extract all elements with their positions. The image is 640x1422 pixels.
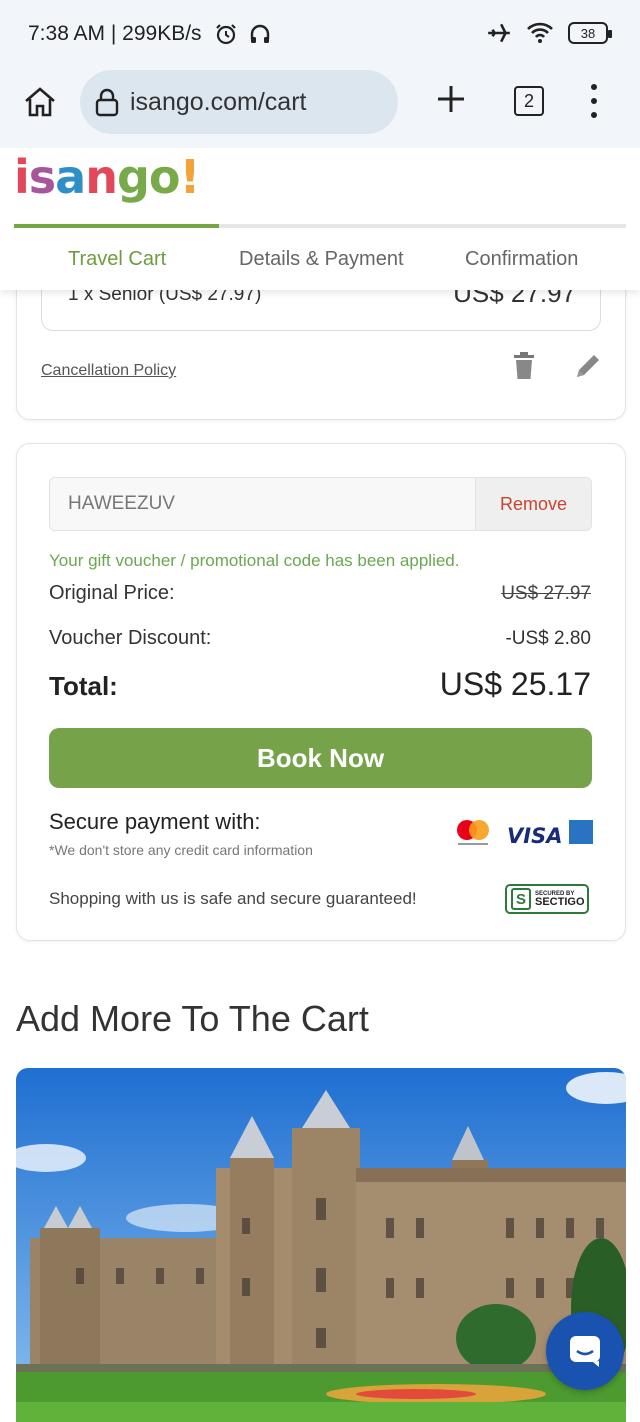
ticket-row: 1 x Senior (US$ 27.97) US$ 27.97 xyxy=(41,290,601,331)
card-info-note: *We don't store any credit card informat… xyxy=(49,842,313,858)
step-details-payment: Details & Payment xyxy=(239,248,404,270)
ticket-price: US$ 27.97 xyxy=(453,290,576,308)
sectigo-s-icon: S xyxy=(511,888,531,910)
more-menu-icon[interactable] xyxy=(586,84,602,118)
url-text: isango.com/cart xyxy=(130,87,307,116)
address-bar[interactable]: isango.com/cart xyxy=(80,70,398,134)
voucher-discount-label: Voucher Discount: xyxy=(49,627,212,649)
headphones-icon xyxy=(250,24,270,43)
voucher-input[interactable] xyxy=(50,478,475,530)
logo-letter: a xyxy=(55,150,86,204)
browser-toolbar: isango.com/cart 2 xyxy=(0,70,640,148)
trash-icon[interactable] xyxy=(511,351,537,381)
amex-logo xyxy=(569,820,593,844)
logo-letter: s xyxy=(28,150,56,204)
checkout-summary-card: Remove Your gift voucher / promotional c… xyxy=(16,443,626,941)
new-tab-icon[interactable] xyxy=(434,82,468,116)
sectigo-badge: S SECURED BY SECTIGO xyxy=(505,884,589,914)
safe-shopping-text: Shopping with us is safe and secure guar… xyxy=(49,889,417,908)
visa-logo: VISA xyxy=(507,824,563,848)
lock-icon xyxy=(95,88,119,117)
alarm-icon xyxy=(216,24,236,45)
logo-letter: ! xyxy=(179,150,201,204)
tour-image[interactable] xyxy=(16,1068,626,1422)
isango-logo[interactable]: isango! xyxy=(14,150,200,204)
logo-letter: g xyxy=(116,150,150,204)
cancellation-policy-link[interactable]: Cancellation Policy xyxy=(41,362,176,380)
chat-icon xyxy=(570,1336,600,1367)
step-travel-cart: Travel Cart xyxy=(68,248,167,270)
step-confirmation: Confirmation xyxy=(465,248,579,270)
status-icons-left xyxy=(214,22,272,46)
ticket-line: 1 x Senior (US$ 27.97) xyxy=(68,290,262,305)
site-header: isango! Travel Cart Details & Payment Co… xyxy=(0,148,640,290)
logo-letter: n xyxy=(85,150,118,204)
secure-payment-label: Secure payment with: xyxy=(49,809,261,834)
logo-letter: i xyxy=(14,150,30,204)
voucher-applied-message: Your gift voucher / promotional code has… xyxy=(49,551,460,570)
castle-illustration xyxy=(16,1068,626,1422)
tab-switcher-button[interactable]: 2 xyxy=(514,86,544,116)
add-more-heading: Add More To The Cart xyxy=(16,998,369,1039)
original-price-value: US$ 27.97 xyxy=(501,583,591,604)
voucher-discount-value: -US$ 2.80 xyxy=(505,628,591,649)
mastercard-logo xyxy=(457,820,489,845)
voucher-field-group: Remove xyxy=(49,477,592,531)
sectigo-bottom-text: SECTIGO xyxy=(535,895,585,908)
status-time: 7:38 AM | 299KB/s xyxy=(28,22,202,45)
pencil-icon[interactable] xyxy=(573,351,603,381)
progress-active xyxy=(14,224,219,228)
airplane-icon xyxy=(488,23,510,43)
remove-voucher-button[interactable]: Remove xyxy=(475,478,591,530)
wifi-icon xyxy=(527,22,553,43)
original-price-label: Original Price: xyxy=(49,582,175,604)
chat-button[interactable] xyxy=(546,1312,624,1390)
status-bar: 7:38 AM | 299KB/s 38 xyxy=(0,0,640,70)
logo-letter: o xyxy=(148,150,181,204)
total-label: Total: xyxy=(49,671,118,701)
total-value: US$ 25.17 xyxy=(439,666,591,702)
book-now-button[interactable]: Book Now xyxy=(49,728,592,788)
battery-icon: 38 xyxy=(568,22,612,44)
cart-content: 1 x Senior (US$ 27.97) US$ 27.97 Cancell… xyxy=(0,290,640,1422)
home-icon[interactable] xyxy=(20,82,60,122)
status-icons-right: 38 xyxy=(486,20,612,46)
cart-item-card: 1 x Senior (US$ 27.97) US$ 27.97 Cancell… xyxy=(16,290,626,420)
